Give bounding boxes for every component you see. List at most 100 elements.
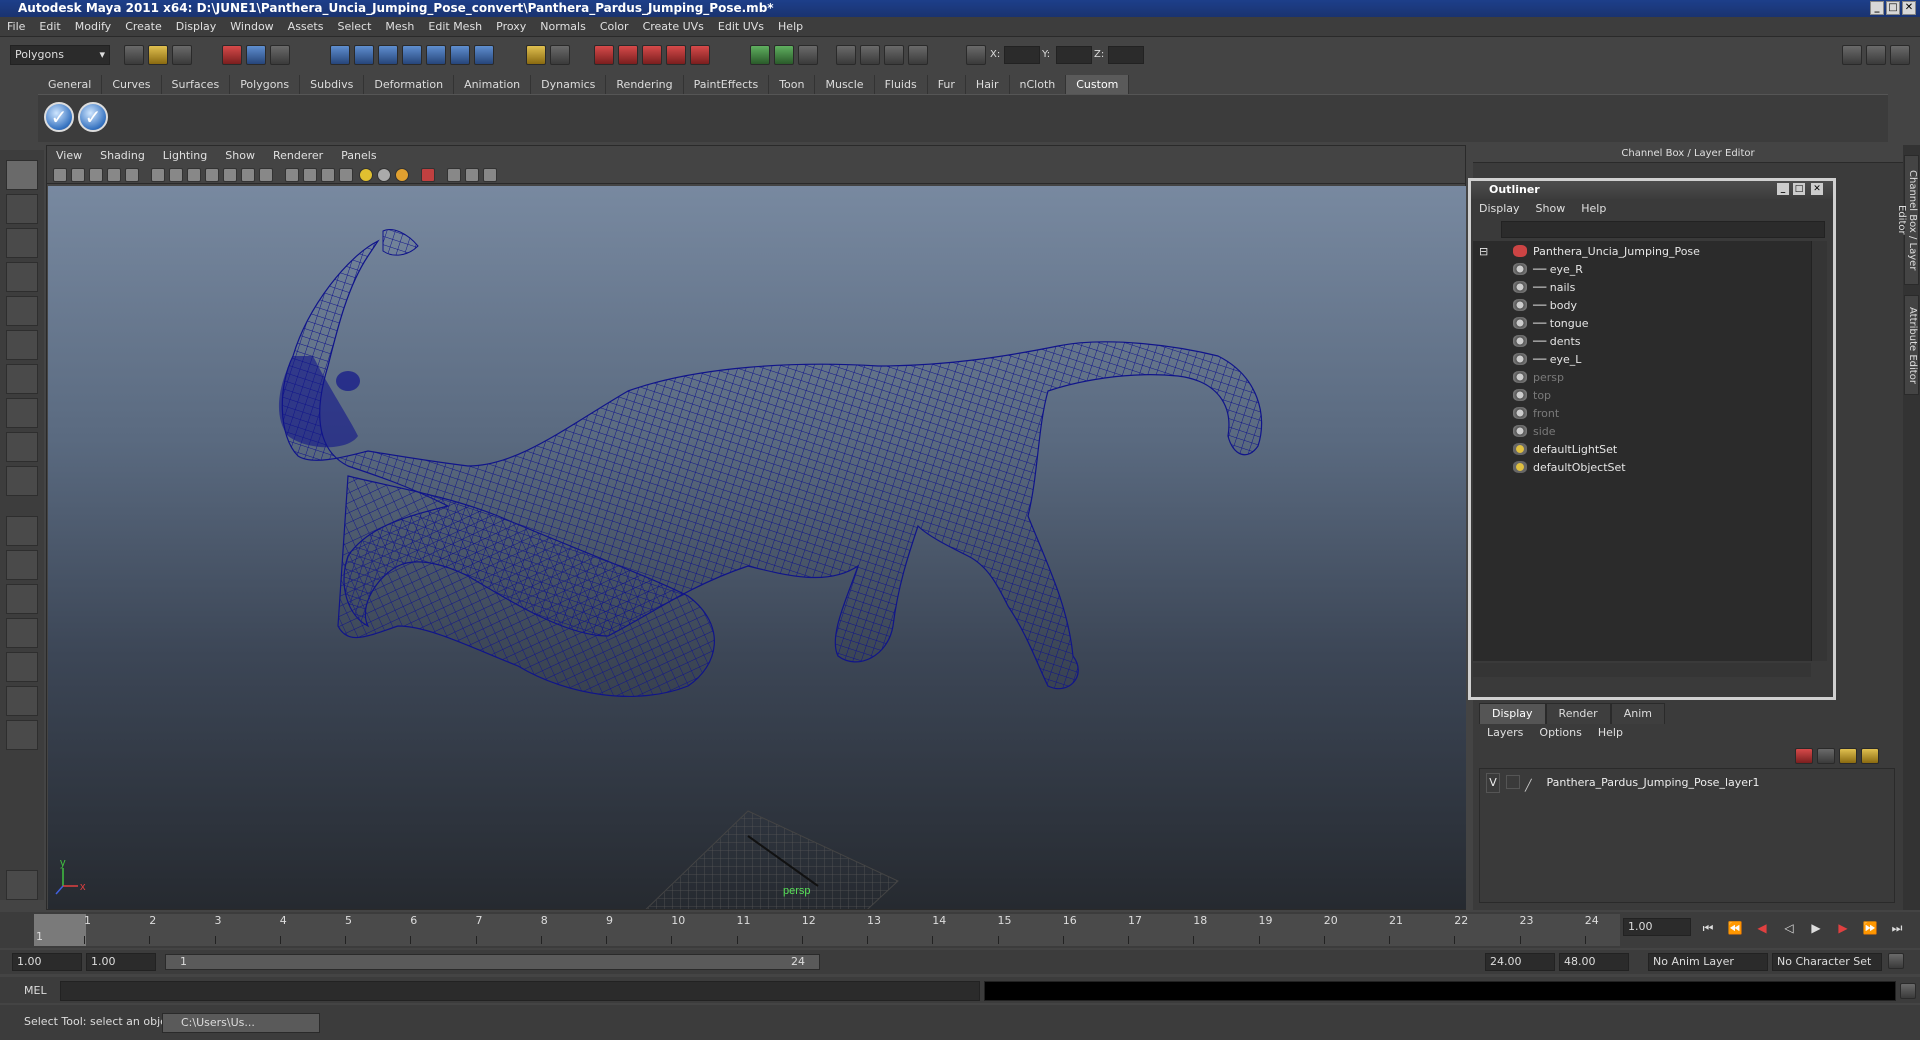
snap-grid-icon[interactable] — [330, 45, 350, 65]
shelf-tab-muscle[interactable]: Muscle — [815, 75, 875, 94]
move-layer-down-icon[interactable] — [1817, 748, 1835, 764]
shelf-tab-dynamics[interactable]: Dynamics — [531, 75, 607, 94]
show-manipulator-icon[interactable] — [6, 432, 38, 462]
hypershade-icon[interactable] — [666, 45, 686, 65]
menu-assets[interactable]: Assets — [281, 17, 331, 37]
viewport-menu-renderer[interactable]: Renderer — [264, 146, 332, 166]
z-field[interactable] — [1108, 46, 1144, 64]
outliner-close-icon[interactable]: ✕ — [1811, 183, 1823, 195]
shadows-icon[interactable] — [395, 168, 409, 182]
outliner-maximize-icon[interactable]: □ — [1793, 183, 1805, 195]
soft-modification-icon[interactable] — [6, 398, 38, 428]
viewport-menu-panels[interactable]: Panels — [332, 146, 385, 166]
snap-point-icon[interactable] — [378, 45, 398, 65]
menu-file[interactable]: File — [0, 17, 32, 37]
viewport-scene[interactable]: persp y x — [48, 186, 1466, 909]
wireframe-on-shaded-icon[interactable] — [321, 168, 335, 182]
save-scene-icon[interactable] — [172, 45, 192, 65]
last-tool-icon[interactable] — [6, 466, 38, 496]
hypershade-persp-layout-icon[interactable] — [6, 652, 38, 682]
persp-graph-layout-icon[interactable] — [6, 618, 38, 648]
layer-row[interactable]: V ╱ Panthera_Pardus_Jumping_Pose_layer1 — [1486, 773, 1886, 793]
menu-modify[interactable]: Modify — [68, 17, 118, 37]
outliner-menu-display[interactable]: Display — [1471, 200, 1528, 218]
shelf-tab-polygons[interactable]: Polygons — [230, 75, 301, 94]
new-scene-icon[interactable] — [124, 45, 144, 65]
shelf-tab-deformation[interactable]: Deformation — [364, 75, 455, 94]
viewport-menu-shading[interactable]: Shading — [91, 146, 154, 166]
xray-components-icon[interactable] — [483, 168, 497, 182]
animation-end-field[interactable]: 48.00 — [1559, 953, 1629, 971]
xray-joints-icon[interactable] — [465, 168, 479, 182]
shelf-tab-custom[interactable]: Custom — [1066, 75, 1130, 94]
script-editor-icon[interactable] — [1900, 983, 1916, 999]
minimized-window-tab[interactable]: C:\Users\Us... — [162, 1013, 320, 1033]
menu-display[interactable]: Display — [169, 17, 224, 37]
persp-outliner-layout-icon[interactable] — [6, 584, 38, 614]
y-field[interactable] — [1056, 46, 1092, 64]
xray-icon[interactable] — [447, 168, 461, 182]
shelf-tab-animation[interactable]: Animation — [454, 75, 532, 94]
shelf-tab-ncloth[interactable]: nCloth — [1009, 75, 1067, 94]
menu-window[interactable]: Window — [223, 17, 280, 37]
viewport-menu-lighting[interactable]: Lighting — [154, 146, 216, 166]
lasso-tool-icon[interactable] — [6, 194, 38, 224]
modeling-toolkit-icon[interactable] — [884, 45, 904, 65]
four-view-layout-icon[interactable] — [6, 550, 38, 580]
menu-edit-uvs[interactable]: Edit UVs — [711, 17, 771, 37]
custom-shelf-checkmark-icon-1[interactable]: ✓ — [44, 102, 74, 132]
outliner-vertical-scrollbar[interactable] — [1811, 241, 1827, 661]
menu-proxy[interactable]: Proxy — [489, 17, 533, 37]
outliner-menu-show[interactable]: Show — [1528, 200, 1574, 218]
layer-tab-anim[interactable]: Anim — [1610, 703, 1665, 724]
playback-end-field[interactable]: 24.00 — [1485, 953, 1555, 971]
field-chart-icon[interactable] — [223, 168, 237, 182]
custom-layout-icon[interactable] — [6, 720, 38, 750]
go-to-start-icon[interactable]: ⏮ — [1700, 920, 1716, 936]
close-button[interactable]: ✕ — [1902, 1, 1916, 15]
layer-menu-options[interactable]: Options — [1531, 723, 1589, 743]
outliner-toggle-icon[interactable] — [908, 45, 928, 65]
paint-select-tool-icon[interactable] — [6, 228, 38, 258]
image-plane-icon[interactable] — [107, 168, 121, 182]
time-slider-track[interactable]: 1 1 2 3 4 5 6 7 8 9 10 11 12 13 14 15 16 17 18 19 20 21 22 23 2… — [34, 914, 1620, 946]
menu-edit[interactable]: Edit — [32, 17, 67, 37]
go-to-end-icon[interactable]: ⏭ — [1889, 920, 1905, 936]
tool-settings-icon[interactable] — [836, 45, 856, 65]
bookmarks-icon[interactable] — [89, 168, 103, 182]
tree-node-camera[interactable]: persp — [1513, 369, 1564, 387]
tree-node-set[interactable]: defaultLightSet — [1513, 441, 1617, 459]
tree-node-set[interactable]: defaultObjectSet — [1513, 459, 1626, 477]
viewport-menu-show[interactable]: Show — [216, 146, 264, 166]
layout-toggle-icon[interactable] — [1842, 45, 1862, 65]
playback-start-field[interactable]: 1.00 — [86, 953, 156, 971]
history-icon[interactable] — [450, 45, 470, 65]
step-back-key-icon[interactable]: ⏪ — [1727, 920, 1743, 936]
play-forwards-icon[interactable]: ▶ — [1808, 920, 1824, 936]
quick-layout-icon[interactable] — [6, 870, 38, 900]
step-forward-frame-icon[interactable]: ▶ — [1835, 920, 1851, 936]
x-field[interactable] — [1004, 46, 1040, 64]
smooth-shade-icon[interactable] — [303, 168, 317, 182]
snap-surface-icon[interactable] — [426, 45, 446, 65]
layer-menu-help[interactable]: Help — [1590, 723, 1631, 743]
step-back-frame-icon[interactable]: ◀ — [1754, 920, 1770, 936]
viewport-menu-view[interactable]: View — [47, 146, 91, 166]
persp-graph-hypergraph-layout-icon[interactable] — [6, 686, 38, 716]
resolution-gate-icon[interactable] — [187, 168, 201, 182]
construction-history-icon[interactable] — [550, 45, 570, 65]
tree-node-camera[interactable]: side — [1513, 423, 1556, 441]
play-backwards-icon[interactable]: ◁ — [1781, 920, 1797, 936]
tree-node-child[interactable]: ── nails — [1513, 279, 1575, 297]
menu-normals[interactable]: Normals — [533, 17, 593, 37]
layer-menu-layers[interactable]: Layers — [1479, 723, 1531, 743]
step-forward-key-icon[interactable]: ⏩ — [1862, 920, 1878, 936]
shelf-tab-curves[interactable]: Curves — [102, 75, 162, 94]
ipr-render-icon[interactable] — [618, 45, 638, 65]
shelf-tab-rendering[interactable]: Rendering — [606, 75, 684, 94]
layer-tab-display[interactable]: Display — [1479, 703, 1546, 724]
textured-icon[interactable] — [339, 168, 353, 182]
render-frame-icon[interactable] — [594, 45, 614, 65]
select-by-object-icon[interactable] — [246, 45, 266, 65]
input-line-icon[interactable] — [750, 45, 770, 65]
